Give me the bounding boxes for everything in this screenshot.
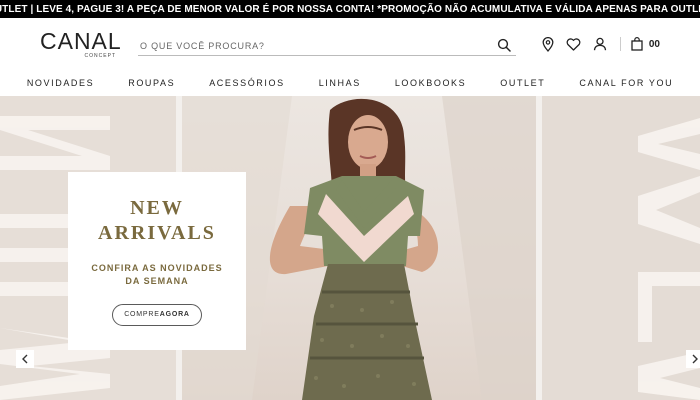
search-bar [138,36,516,56]
shop-now-button[interactable]: COMPREAGORA [112,304,202,326]
promo-card: NEW ARRIVALS CONFIRA AS NOVIDADES DA SEM… [68,172,246,350]
nav-item-outlet[interactable]: OUTLET [483,78,562,88]
promo-banner-text: OUTLET | LEVE 4, PAGUE 3! A PEÇA DE MENO… [0,3,700,15]
shop-now-label-light: COMPRE [124,311,160,318]
logo[interactable]: CANAL CONCEPT [40,30,124,60]
promo-subtitle-line1: CONFIRA AS NOVIDADES [91,263,223,273]
logo-tagline: CONCEPT [84,53,116,59]
wishlist-button[interactable] [566,36,582,52]
cart-button[interactable]: 00 [631,37,660,51]
carousel-next-button[interactable] [686,350,700,368]
search-input[interactable] [138,40,478,51]
store-locator-button[interactable] [540,36,556,52]
hero-carousel: NEW ARRIVALS CONFIRA AS NOVIDADES DA SEM… [0,96,700,400]
logo-wordmark: CANAL [40,28,122,54]
promo-title-line1: NEW [130,197,184,219]
chevron-right-icon [692,354,698,364]
carousel-prev-button[interactable] [16,350,34,368]
search-button[interactable] [496,38,512,54]
heart-icon [566,37,581,51]
account-button[interactable] [592,36,608,52]
shop-now-label-bold: AGORA [159,311,190,318]
main-nav: NOVIDADES ROUPAS ACESSÓRIOS LINHAS LOOKB… [0,70,700,96]
header-divider [619,37,621,51]
bag-icon [631,37,643,51]
location-pin-icon [542,36,554,52]
nav-item-novidades[interactable]: NOVIDADES [10,78,111,88]
promo-title-line2: ARRIVALS [98,222,216,244]
nav-item-roupas[interactable]: ROUPAS [111,78,192,88]
nav-item-canal-for-you[interactable]: CANAL FOR YOU [562,78,690,88]
promo-banner: OUTLET | LEVE 4, PAGUE 3! A PEÇA DE MENO… [0,0,700,18]
nav-item-acessorios[interactable]: ACESSÓRIOS [192,78,302,88]
cart-count: 00 [648,38,660,50]
site-header: CANAL CONCEPT O QUE VOCÊ PROCURA? 00 [0,18,700,70]
promo-subtitle-line2: DA SEMANA [125,276,189,286]
search-icon [497,38,511,52]
header-actions: 00 [540,36,660,52]
user-icon [593,37,607,51]
nav-item-linhas[interactable]: LINHAS [302,78,378,88]
chevron-left-icon [22,354,28,364]
nav-item-lookbooks[interactable]: LOOKBOOKS [378,78,483,88]
hero-slide-next [542,96,700,400]
val-lettering-graphic [638,118,700,400]
